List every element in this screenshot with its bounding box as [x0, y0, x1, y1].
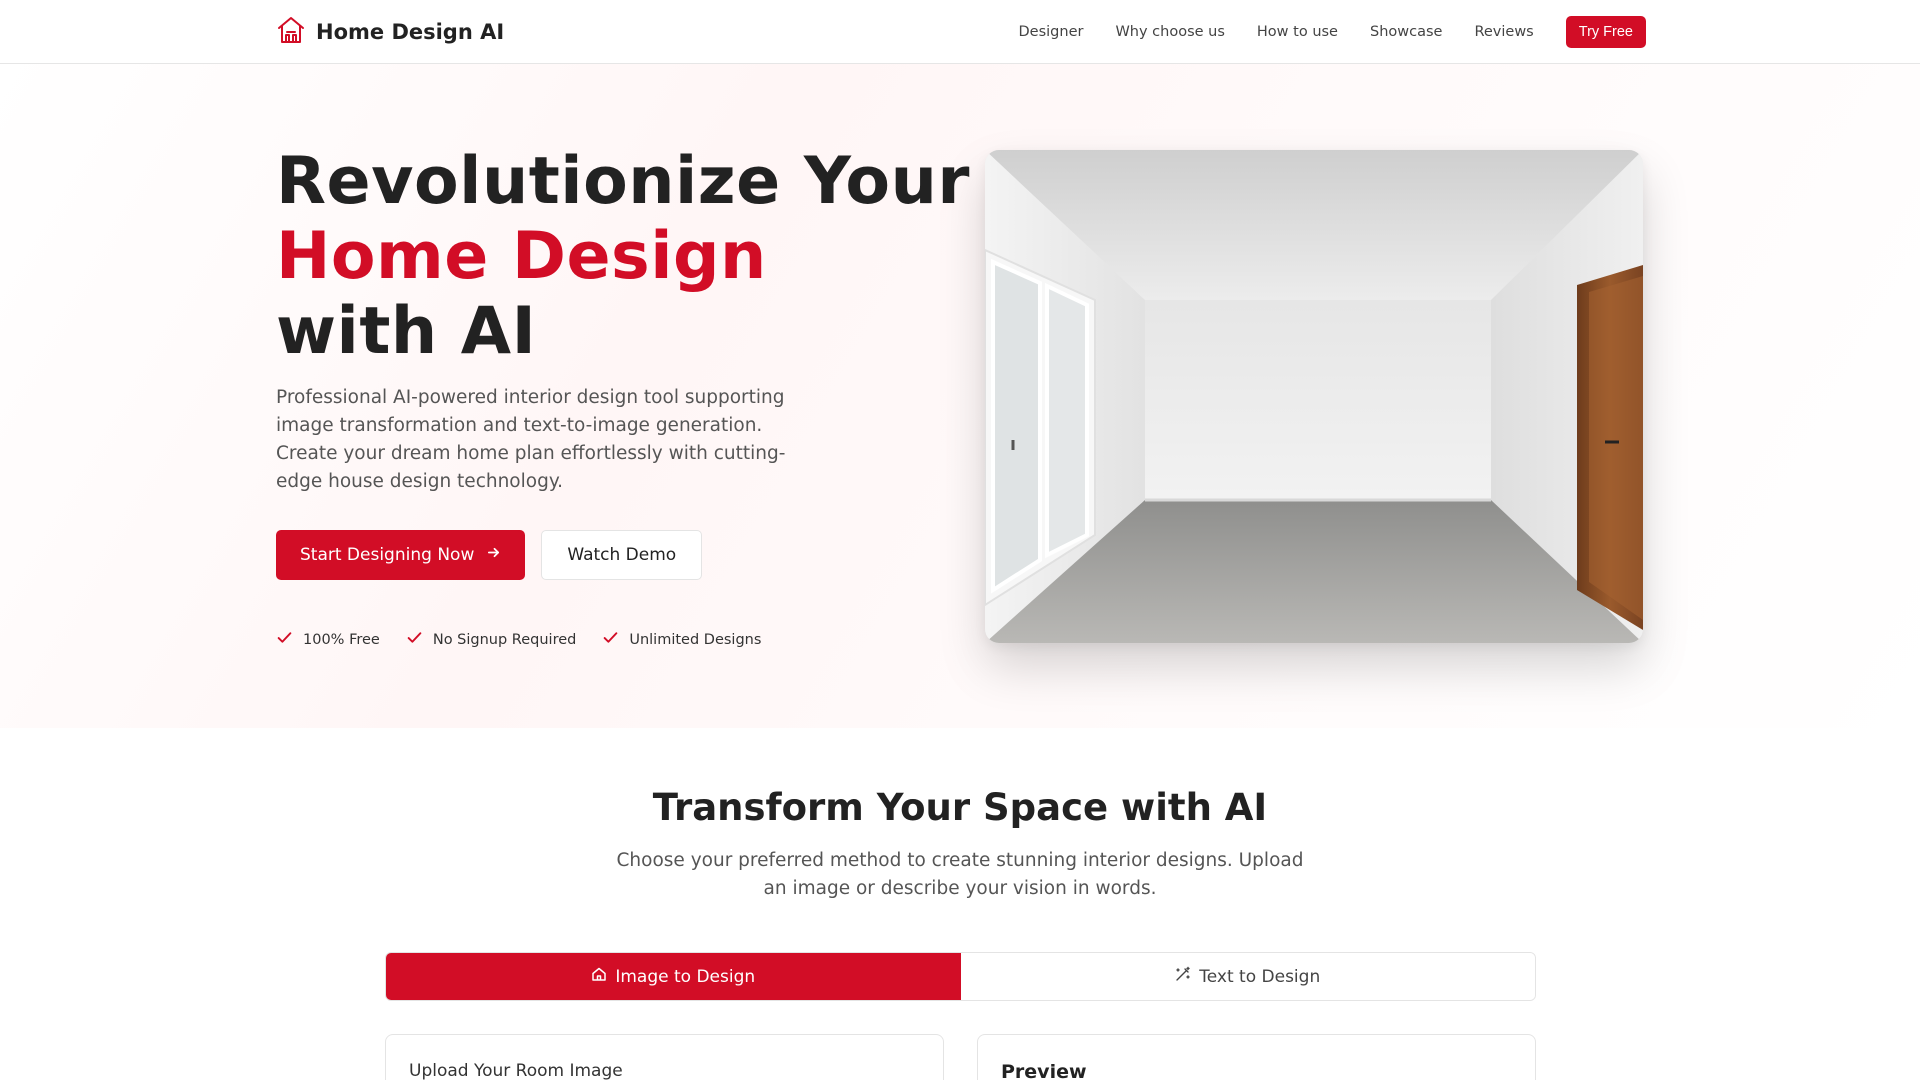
transform-section-title: Transform Your Space with AI	[652, 786, 1268, 829]
magic-wand-icon	[1175, 966, 1191, 987]
perk-item: No Signup Required	[406, 629, 577, 650]
try-free-button[interactable]: Try Free	[1565, 16, 1646, 48]
design-mode-tabs: Image to Design Text to Design	[385, 952, 1536, 1001]
preview-title: Preview	[1001, 1061, 1087, 1080]
transform-section-subtitle: Choose your preferred method to create s…	[616, 850, 1304, 899]
check-icon	[602, 629, 619, 650]
perk-item: 100% Free	[276, 629, 380, 650]
site-header: Home Design AI Designer Why choose us Ho…	[0, 0, 1920, 64]
start-designing-label: Start Designing Now	[300, 545, 475, 565]
tab-label: Text to Design	[1199, 966, 1321, 987]
perk-label: Unlimited Designs	[629, 631, 762, 648]
main-nav: Designer Why choose us How to use Showca…	[1019, 16, 1646, 48]
check-icon	[276, 629, 293, 650]
brand-logo[interactable]: Home Design AI	[276, 15, 504, 49]
arrow-right-icon	[486, 545, 501, 565]
nav-link-reviews[interactable]: Reviews	[1474, 24, 1533, 40]
tab-image-to-design[interactable]: Image to Design	[386, 953, 961, 1000]
perk-label: No Signup Required	[432, 631, 577, 648]
nav-link-how-to-use[interactable]: How to use	[1257, 24, 1338, 40]
watch-demo-label: Watch Demo	[567, 545, 677, 565]
hero-perks: 100% Free No Signup Required Unlimited D…	[276, 629, 761, 650]
upload-label: Upload Your Room Image	[409, 1061, 623, 1080]
start-designing-button[interactable]: Start Designing Now	[276, 530, 526, 580]
brand-name: Home Design AI	[316, 20, 505, 44]
perk-label: 100% Free	[303, 631, 380, 648]
hero-title-accent: Home Design	[276, 219, 767, 294]
home-icon	[591, 966, 607, 987]
hero-title-line1: Revolutionize Your	[276, 144, 970, 219]
hero-title: Revolutionize Your Home Design with AI	[276, 144, 970, 369]
hero-section: Revolutionize Your Home Design with AI P…	[0, 64, 1920, 728]
house-logo-icon	[276, 15, 306, 49]
perk-item: Unlimited Designs	[602, 629, 761, 650]
check-icon	[406, 629, 423, 650]
tab-label: Image to Design	[615, 966, 756, 987]
tab-text-to-design[interactable]: Text to Design	[960, 953, 1535, 1000]
hero-room-image	[985, 150, 1643, 643]
preview-card: Preview	[977, 1034, 1536, 1080]
hero-description: Professional AI-powered interior design …	[276, 387, 786, 492]
nav-link-why-choose-us[interactable]: Why choose us	[1115, 24, 1224, 40]
hero-cta-row: Start Designing Now Watch Demo	[276, 530, 703, 580]
upload-card: Upload Your Room Image	[385, 1034, 944, 1080]
nav-link-showcase[interactable]: Showcase	[1370, 24, 1442, 40]
watch-demo-button[interactable]: Watch Demo	[541, 530, 703, 580]
hero-title-line3: with AI	[276, 294, 537, 369]
nav-link-designer[interactable]: Designer	[1019, 24, 1084, 40]
